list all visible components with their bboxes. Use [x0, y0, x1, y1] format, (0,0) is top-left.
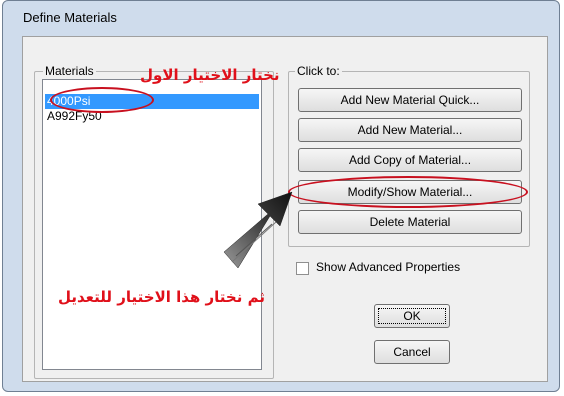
arrow-shape — [223, 191, 293, 269]
annotation-arrow — [223, 191, 293, 269]
